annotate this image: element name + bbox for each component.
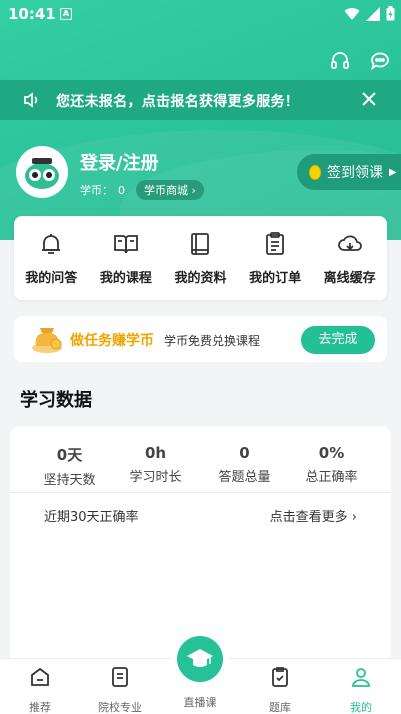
stat-study-time: 0h 学习时长 (129, 444, 182, 485)
nav-live-course[interactable] (177, 636, 223, 682)
money-bag-icon (32, 328, 62, 353)
task-banner[interactable]: 做任务赚学币 学币免费兑换课程 去完成 (14, 316, 387, 362)
coin-value: 0 (118, 183, 125, 197)
stat-total-answers: 0 答题总量 (218, 444, 271, 485)
recent-accuracy-label: 近期30天正确率 (44, 510, 139, 525)
home-icon (31, 667, 49, 686)
coin-icon (309, 164, 321, 180)
nav-question-bank[interactable]: 题库 (245, 665, 315, 714)
bell-icon (42, 234, 61, 254)
feature-my-materials[interactable]: 我的资料 (165, 230, 235, 286)
user-icon (352, 668, 370, 687)
task-title: 做任务赚学币 (70, 333, 154, 349)
close-icon[interactable] (361, 91, 377, 107)
feature-my-courses[interactable]: 我的课程 (91, 230, 161, 286)
stat-streak-days: 0天 坚持天数 (43, 446, 96, 488)
checklist-icon (272, 667, 288, 687)
wifi-icon (344, 7, 360, 20)
headset-icon[interactable] (329, 50, 351, 72)
study-data-title: 学习数据 (20, 390, 92, 411)
avatar[interactable] (16, 146, 68, 198)
signal-icon (366, 6, 380, 21)
checkin-label: 签到领课 (327, 165, 383, 181)
enroll-notice-bar[interactable]: 您还未报名，点击报名获得更多服务！ (0, 80, 401, 120)
document-icon (112, 667, 128, 687)
status-bar: 10:41 A (0, 0, 401, 28)
nav-live-course-label: 直播课 (183, 696, 217, 709)
chevron-right-icon: ▶ (389, 166, 397, 178)
feature-my-qa[interactable]: 我的问答 (16, 230, 86, 286)
stat-accuracy: 0% 总正确率 (305, 444, 358, 485)
status-time: 10:41 (8, 5, 56, 23)
notification-a-icon: A (60, 8, 72, 20)
message-icon[interactable] (369, 50, 391, 72)
login-register-link[interactable]: 登录/注册 (80, 149, 159, 175)
feature-offline-cache[interactable]: 离线缓存 (315, 230, 385, 286)
graduation-cap-icon (187, 649, 213, 667)
divider (10, 492, 391, 493)
task-subtitle: 学币免费兑换课程 (164, 334, 261, 348)
book-open-icon (113, 235, 138, 254)
cloud-download-icon (337, 235, 362, 251)
clipboard-icon (266, 232, 284, 255)
book-icon (191, 233, 210, 255)
speaker-icon (24, 92, 38, 108)
complete-task-button[interactable]: 去完成 (301, 326, 375, 354)
coin-label: 学币： (80, 184, 113, 197)
view-more-link[interactable]: 点击查看更多 › (270, 506, 357, 525)
coin-mall-button[interactable]: 学币商城 › (136, 180, 204, 200)
nav-recommend[interactable]: 推荐 (5, 665, 75, 714)
nav-mine[interactable]: 我的 (326, 665, 396, 714)
notice-text: 您还未报名，点击报名获得更多服务！ (56, 94, 300, 110)
feature-grid: 我的问答 我的课程 我的资料 我的订单 离线缓存 (14, 216, 387, 300)
battery-icon (386, 6, 395, 21)
coin-row: 学币： 0 学币商城 › (80, 180, 204, 200)
feature-my-orders[interactable]: 我的订单 (240, 230, 310, 286)
nav-schools[interactable]: 院校专业 (85, 665, 155, 714)
header-background (0, 0, 401, 240)
checkin-button[interactable]: 签到领课 ▶ (297, 154, 401, 190)
